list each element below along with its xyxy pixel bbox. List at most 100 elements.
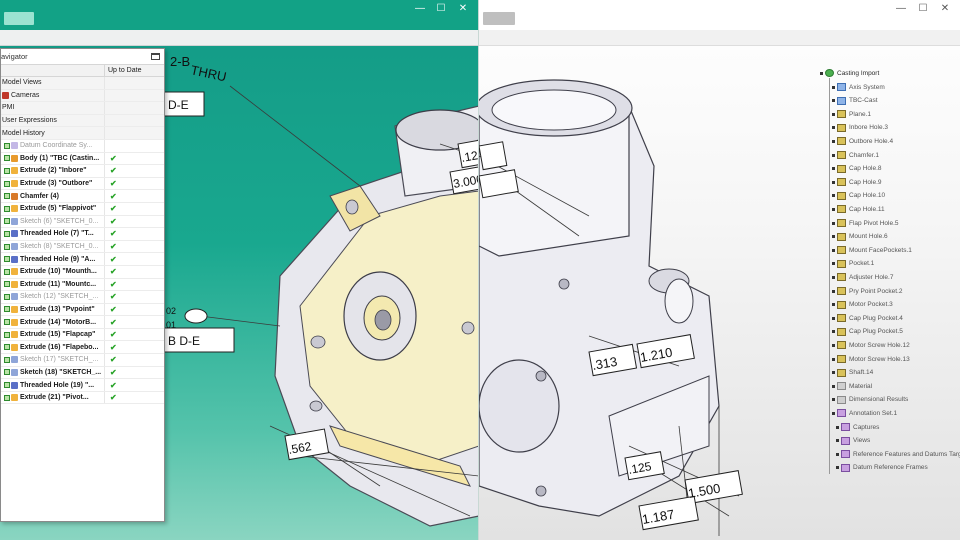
tree-branch-icon — [832, 248, 835, 252]
visibility-checkbox[interactable] — [4, 205, 10, 212]
tree-item[interactable]: Axis System — [832, 82, 885, 92]
visibility-checkbox[interactable] — [4, 193, 10, 200]
feature-row[interactable]: Sketch (8) "SKETCH_0... ✔ — [1, 240, 164, 254]
tree-item[interactable]: Mount Hole.6 — [832, 232, 888, 242]
column-header-name[interactable] — [1, 65, 105, 76]
visibility-checkbox[interactable] — [4, 256, 10, 263]
feature-row[interactable]: Extrude (10) "Mounth... ✔ — [1, 265, 164, 279]
left-document-tab[interactable] — [4, 12, 34, 25]
visibility-checkbox[interactable] — [4, 394, 10, 401]
feature-row[interactable]: Extrude (11) "Mountc... ✔ — [1, 278, 164, 292]
tree-item[interactable]: Pocket.1 — [832, 259, 874, 269]
close-icon[interactable]: ✕ — [453, 2, 473, 16]
tree-item[interactable]: Inbore Hole.3 — [832, 123, 888, 133]
sketch-icon — [11, 293, 18, 301]
visibility-checkbox[interactable] — [4, 155, 10, 162]
feature-row[interactable]: Threaded Hole (19) "... ✔ — [1, 379, 164, 392]
visibility-checkbox[interactable] — [4, 344, 10, 351]
tree-branch-icon — [836, 425, 839, 429]
visibility-checkbox[interactable] — [4, 142, 10, 149]
frame-b-de-text: B D-E — [168, 334, 200, 348]
visibility-checkbox[interactable] — [4, 293, 10, 300]
feature-row[interactable]: Extrude (21) "Pivot... ✔ — [1, 391, 164, 405]
visibility-checkbox[interactable] — [4, 382, 10, 389]
feature-row[interactable]: Sketch (12) "SKETCH_... ✔ — [1, 291, 164, 304]
visibility-checkbox[interactable] — [4, 369, 10, 376]
tree-item[interactable]: Material — [832, 381, 872, 391]
visibility-checkbox[interactable] — [4, 167, 10, 174]
tree-item[interactable]: Pry Point Pocket.2 — [832, 286, 902, 296]
feature-row[interactable]: Extrude (14) "MotorB... ✔ — [1, 316, 164, 329]
tree-item[interactable]: Views — [836, 436, 870, 446]
tree-item[interactable]: Captures — [836, 422, 879, 432]
column-header-up-to-date[interactable]: Up to Date — [105, 65, 164, 76]
window-restore-icon[interactable] — [151, 53, 160, 60]
visibility-checkbox[interactable] — [4, 268, 10, 275]
tree-group-pmi[interactable]: PMI — [1, 102, 164, 115]
tree-item[interactable]: Mount FacePockets.1 — [832, 245, 912, 255]
feature-icon — [837, 164, 846, 173]
visibility-checkbox[interactable] — [4, 319, 10, 326]
tree-item[interactable]: Cap Hole.9 — [832, 177, 882, 187]
feature-row[interactable]: Threaded Hole (9) "A... ✔ — [1, 253, 164, 266]
feature-row[interactable]: Sketch (6) "SKETCH_0... ✔ — [1, 215, 164, 229]
minimize-icon[interactable]: — — [410, 2, 430, 16]
extrude-icon — [11, 268, 18, 276]
feature-row[interactable]: Extrude (2) "Inbore" ✔ — [1, 165, 164, 178]
feature-row[interactable]: Extrude (13) "Pvpoint" ✔ — [1, 303, 164, 317]
visibility-checkbox[interactable] — [4, 356, 10, 363]
tree-group-user-expressions[interactable]: User Expressions — [1, 114, 164, 128]
tree-item-label: Annotation Set.1 — [849, 409, 898, 417]
tree-item[interactable]: TBC-Cast — [832, 96, 878, 106]
tree-item-label: Inbore Hole.3 — [849, 124, 889, 132]
right-document-tab[interactable] — [483, 12, 515, 25]
close-icon[interactable]: ✕ — [935, 2, 955, 16]
maximize-icon[interactable]: ☐ — [913, 2, 933, 16]
tree-branch-icon — [832, 235, 835, 239]
tree-root-casting-import[interactable]: Casting Import — [820, 68, 879, 78]
feature-row[interactable]: Extrude (3) "Outbore" ✔ — [1, 177, 164, 191]
minimize-icon[interactable]: — — [891, 2, 911, 16]
feature-row[interactable]: Datum Coordinate Sy... — [1, 139, 164, 153]
tree-item[interactable]: Motor Screw Hole.13 — [832, 354, 910, 364]
tree-item[interactable]: Reference Features and Datums Targets — [836, 449, 960, 459]
feature-row[interactable]: Sketch (17) "SKETCH_... ✔ — [1, 354, 164, 367]
visibility-checkbox[interactable] — [4, 306, 10, 313]
visibility-checkbox[interactable] — [4, 180, 10, 187]
sketch-icon — [11, 356, 18, 364]
tree-item[interactable]: Cap Hole.11 — [832, 204, 885, 214]
visibility-checkbox[interactable] — [4, 230, 10, 237]
tree-item[interactable]: Cap Plug Pocket.4 — [832, 313, 903, 323]
feature-row[interactable]: Extrude (5) "Flappivot" ✔ — [1, 202, 164, 216]
tree-item[interactable]: Adjuster Hole.7 — [832, 272, 893, 282]
visibility-checkbox[interactable] — [4, 331, 10, 338]
feature-row[interactable]: Threaded Hole (7) "T... ✔ — [1, 228, 164, 241]
tree-item[interactable]: Outbore Hole.4 — [832, 136, 893, 146]
visibility-checkbox[interactable] — [4, 281, 10, 288]
tree-item[interactable]: Shaft.14 — [832, 368, 873, 378]
tree-item[interactable]: Cap Hole.8 — [832, 164, 882, 174]
feature-icon — [837, 205, 846, 214]
feature-row[interactable]: Sketch (18) "SKETCH_... ✔ — [1, 366, 164, 380]
tree-item[interactable]: Cap Plug Pocket.5 — [832, 327, 903, 337]
tree-item[interactable]: Chamfer.1 — [832, 150, 879, 160]
expand-dot-icon[interactable] — [820, 71, 823, 75]
tree-item[interactable]: Flap Pivot Hole.5 — [832, 218, 899, 228]
tree-item[interactable]: Cap Hole.10 — [832, 191, 885, 201]
tree-item[interactable]: Motor Screw Hole.12 — [832, 340, 910, 350]
feature-row[interactable]: Extrude (15) "Flapcap" ✔ — [1, 328, 164, 342]
feature-row[interactable]: Chamfer (4) ✔ — [1, 190, 164, 203]
tree-item[interactable]: Annotation Set.1 — [832, 408, 897, 418]
feature-row[interactable]: Body (1) "TBC (Castin... ✔ — [1, 152, 164, 166]
tree-item[interactable]: Dimensional Results — [832, 395, 908, 405]
feature-row[interactable]: Extrude (16) "Flapebo... ✔ — [1, 341, 164, 355]
tree-item[interactable]: Plane.1 — [832, 109, 871, 119]
maximize-icon[interactable]: ☐ — [431, 2, 451, 16]
visibility-checkbox[interactable] — [4, 243, 10, 250]
tree-group-model-history[interactable]: Model History — [1, 127, 164, 140]
tree-item[interactable]: Datum Reference Frames — [836, 463, 928, 473]
tree-group-model-views[interactable]: Model Views — [1, 77, 164, 90]
tree-group-cameras[interactable]: Cameras — [1, 89, 164, 103]
tree-item[interactable]: Motor Pocket.3 — [832, 300, 893, 310]
visibility-checkbox[interactable] — [4, 218, 10, 225]
